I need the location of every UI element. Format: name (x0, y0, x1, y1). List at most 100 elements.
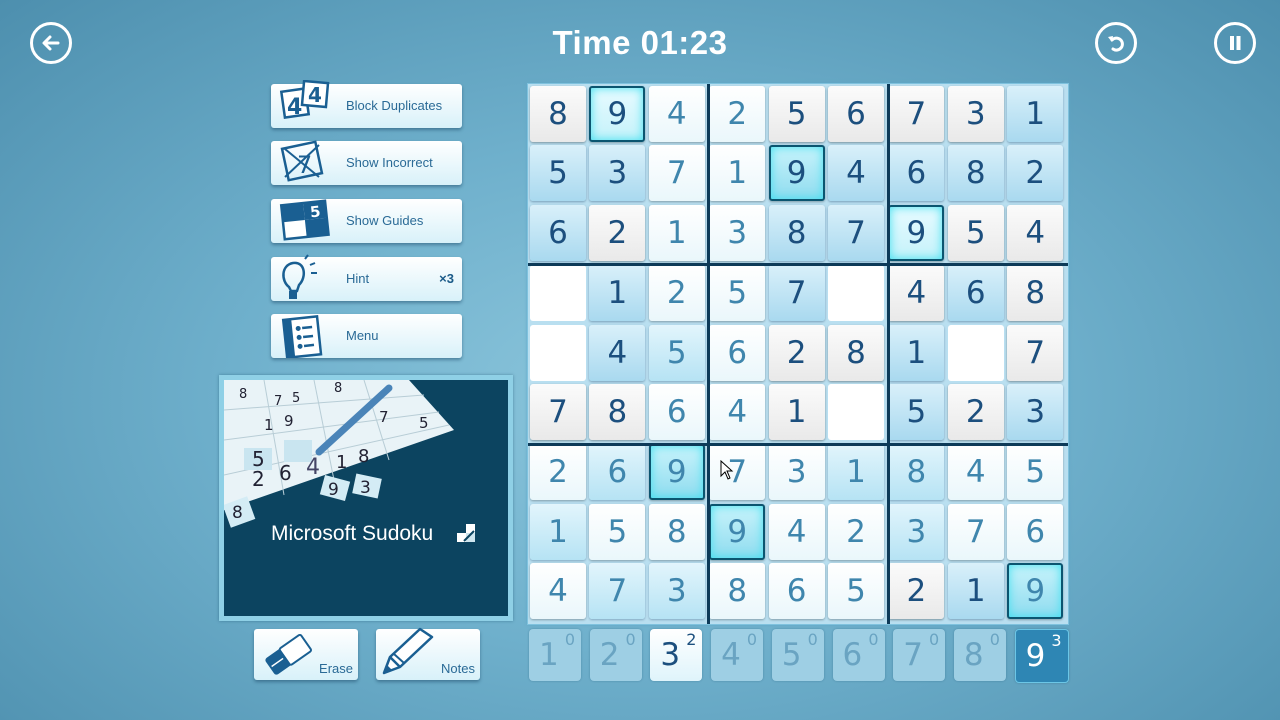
sudoku-cell[interactable]: 5 (530, 145, 586, 202)
number-key-1[interactable]: 10 (529, 629, 581, 681)
sudoku-cell[interactable]: 3 (1007, 384, 1064, 440)
sudoku-cell[interactable]: 9 (589, 86, 646, 142)
sudoku-cell[interactable]: 3 (648, 563, 705, 620)
sudoku-cell[interactable]: 8 (709, 563, 766, 620)
sudoku-cell[interactable]: 3 (888, 503, 945, 560)
sudoku-cell[interactable]: 2 (888, 563, 945, 620)
block-duplicates-button[interactable]: 4 4 Block Duplicates (271, 80, 462, 128)
sudoku-cell[interactable]: 2 (709, 86, 766, 142)
sudoku-cell[interactable]: 7 (888, 86, 945, 142)
undo-button[interactable] (1095, 22, 1137, 64)
sudoku-cell[interactable]: 3 (709, 204, 766, 261)
sudoku-cell[interactable]: 8 (648, 503, 705, 560)
notes-button[interactable]: Notes (376, 627, 480, 680)
sudoku-cell[interactable]: 7 (1007, 324, 1064, 381)
pause-button[interactable] (1214, 22, 1256, 64)
number-key-3[interactable]: 32 (650, 629, 703, 681)
sudoku-cell[interactable]: 4 (530, 563, 586, 620)
show-guides-button[interactable]: 5 Show Guides (271, 199, 462, 243)
sudoku-cell[interactable]: 4 (589, 324, 646, 381)
sudoku-cell[interactable]: 6 (828, 86, 884, 142)
sudoku-cell[interactable]: 1 (1007, 86, 1064, 142)
sudoku-cell[interactable]: 2 (589, 204, 646, 261)
sudoku-cell[interactable]: 2 (648, 265, 705, 322)
sudoku-cell[interactable]: 1 (589, 265, 646, 322)
sudoku-cell[interactable]: 4 (1007, 204, 1064, 261)
sudoku-cell[interactable]: 4 (768, 503, 825, 560)
sudoku-cell[interactable]: 9 (768, 145, 825, 202)
sudoku-cell[interactable]: 5 (828, 563, 884, 620)
sudoku-cell[interactable]: 6 (947, 265, 1004, 322)
number-key-5[interactable]: 50 (771, 629, 824, 681)
sudoku-cell[interactable]: 7 (768, 265, 825, 322)
empty-cell[interactable] (828, 265, 884, 322)
sudoku-cell[interactable]: 1 (530, 503, 586, 560)
erase-button[interactable]: Erase (254, 629, 358, 680)
sudoku-cell[interactable]: 7 (709, 444, 766, 501)
sudoku-cell[interactable]: 7 (828, 204, 884, 261)
sudoku-cell[interactable]: 8 (888, 444, 945, 501)
sudoku-cell[interactable]: 5 (709, 265, 766, 322)
sudoku-cell[interactable]: 1 (648, 204, 705, 261)
sudoku-cell[interactable]: 3 (947, 86, 1004, 142)
sudoku-cell[interactable]: 8 (947, 145, 1004, 202)
number-key-6[interactable]: 60 (832, 629, 885, 681)
sudoku-cell[interactable]: 7 (589, 563, 646, 620)
number-key-4[interactable]: 40 (711, 629, 764, 681)
hint-button[interactable]: Hint ×3 (271, 254, 462, 301)
sudoku-cell[interactable]: 1 (828, 444, 884, 501)
sudoku-cell[interactable]: 3 (768, 444, 825, 501)
sudoku-cell[interactable]: 9 (648, 444, 705, 501)
sudoku-cell[interactable]: 6 (530, 204, 586, 261)
sudoku-cell[interactable]: 2 (1007, 145, 1064, 202)
sudoku-cell[interactable]: 6 (589, 444, 646, 501)
sudoku-cell[interactable]: 6 (768, 563, 825, 620)
sudoku-cell[interactable]: 8 (530, 86, 586, 142)
menu-button[interactable]: Menu (271, 314, 462, 358)
sudoku-cell[interactable]: 1 (947, 563, 1004, 620)
sudoku-cell[interactable]: 3 (589, 145, 646, 202)
empty-cell[interactable] (947, 324, 1004, 381)
sudoku-cell[interactable]: 5 (1007, 444, 1064, 501)
number-key-9[interactable]: 93 (1014, 629, 1069, 683)
sudoku-cell[interactable]: 9 (709, 503, 766, 560)
number-key-7[interactable]: 70 (893, 629, 946, 681)
sudoku-cell[interactable]: 2 (828, 503, 884, 560)
sudoku-cell[interactable]: 1 (768, 384, 825, 440)
sudoku-cell[interactable]: 5 (648, 324, 705, 381)
sudoku-cell[interactable]: 6 (1007, 503, 1064, 560)
sudoku-cell[interactable]: 8 (828, 324, 884, 381)
sudoku-cell[interactable]: 5 (589, 503, 646, 560)
sudoku-cell[interactable]: 4 (648, 86, 705, 142)
sudoku-cell[interactable]: 5 (768, 86, 825, 142)
empty-cell[interactable] (530, 324, 586, 381)
sudoku-cell[interactable]: 2 (530, 444, 586, 501)
sudoku-cell[interactable]: 4 (888, 265, 945, 322)
empty-cell[interactable] (828, 384, 884, 440)
sudoku-cell[interactable]: 1 (709, 145, 766, 202)
sudoku-cell[interactable]: 7 (530, 384, 586, 440)
sudoku-cell[interactable]: 6 (648, 384, 705, 440)
empty-cell[interactable] (530, 265, 586, 322)
sudoku-cell[interactable]: 8 (768, 204, 825, 261)
sudoku-cell[interactable]: 2 (947, 384, 1004, 440)
sudoku-cell[interactable]: 6 (709, 324, 766, 381)
sudoku-cell[interactable]: 4 (947, 444, 1004, 501)
sudoku-cell[interactable]: 2 (768, 324, 825, 381)
show-incorrect-button[interactable]: 7 Show Incorrect (271, 140, 462, 185)
sudoku-cell[interactable]: 8 (1007, 265, 1064, 322)
sudoku-cell[interactable]: 7 (648, 145, 705, 202)
sudoku-cell[interactable]: 5 (888, 384, 945, 440)
sudoku-cell[interactable]: 4 (709, 384, 766, 440)
sudoku-cell[interactable]: 1 (888, 324, 945, 381)
sudoku-cell[interactable]: 4 (828, 145, 884, 202)
promo-banner[interactable]: 5 2 6 4 1 8 1 9 8 7 5 8 7 5 9 3 8 Micros… (219, 375, 513, 621)
number-key-2[interactable]: 20 (589, 629, 642, 681)
sudoku-cell[interactable]: 9 (888, 204, 945, 261)
sudoku-cell[interactable]: 7 (947, 503, 1004, 560)
sudoku-cell[interactable]: 9 (1007, 563, 1064, 620)
sudoku-cell[interactable]: 5 (947, 204, 1004, 261)
number-key-8[interactable]: 80 (953, 629, 1006, 681)
sudoku-cell[interactable]: 8 (589, 384, 646, 440)
sudoku-cell[interactable]: 6 (888, 145, 945, 202)
